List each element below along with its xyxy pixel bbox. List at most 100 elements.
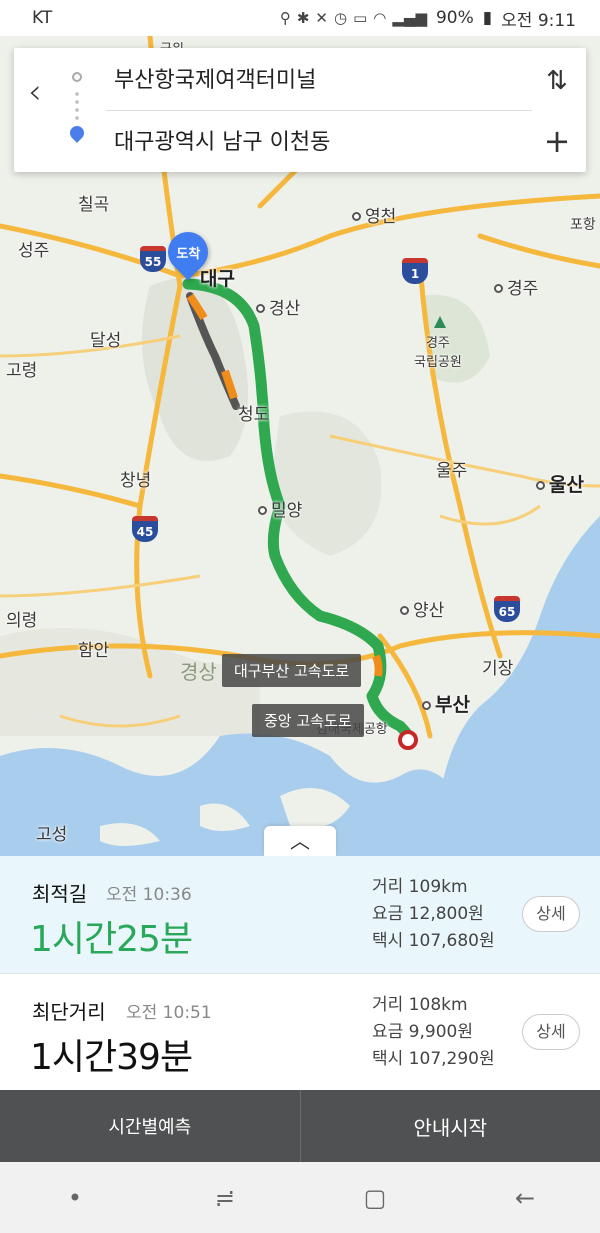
route-search-card: ‹ 부산항국제여객터미널 대구광역시 남구 이천동 ⇅ +	[14, 48, 586, 172]
city-dot-icon	[494, 284, 503, 293]
place-cheongdo: 청도	[238, 405, 270, 425]
highway-shield-55: 55	[140, 246, 166, 272]
place-yeongcheon: 영천	[352, 202, 396, 227]
route-details: 거리 109km 요금 12,800원 택시 107,680원	[372, 874, 495, 955]
action-bar: 시간별예측 안내시작	[0, 1090, 600, 1162]
destination-field[interactable]: 대구광역시 남구 이천동	[114, 124, 330, 156]
carrier-label: KT	[32, 8, 53, 28]
battery-icon: ▮	[482, 8, 493, 28]
back-button[interactable]: ‹	[28, 72, 64, 112]
place-yangsan-label: 양산	[413, 601, 445, 621]
place-gyeongsan: 경산	[256, 294, 300, 319]
place-ulsan-label: 울산	[549, 474, 584, 496]
route-toll: 요금 12,800원	[372, 904, 484, 924]
place-dalseong: 달성	[90, 331, 122, 351]
highway-shield-1: 1	[402, 258, 428, 284]
road-tag-daegu-busan[interactable]: 대구부산 고속도로	[222, 654, 362, 687]
place-busan: 부산	[422, 690, 470, 717]
route-details: 거리 108km 요금 9,900원 택시 107,290원	[372, 992, 495, 1073]
route-name: 최단거리	[32, 1000, 106, 1024]
origin-field[interactable]: 부산항국제여객터미널	[114, 62, 316, 94]
location-icon: ⚲	[279, 9, 291, 27]
place-yeongcheon-label: 영천	[365, 207, 397, 227]
recent-apps-icon[interactable]: ≓	[195, 1184, 255, 1212]
place-chilgok: 칠곡	[78, 195, 110, 215]
place-uiryeong: 의령	[6, 611, 38, 631]
mute-icon: ✕	[315, 9, 328, 27]
time-forecast-button[interactable]: 시간별예측	[0, 1090, 301, 1162]
route-detail-button[interactable]: 상세	[522, 896, 580, 932]
route-name: 최적길	[32, 882, 88, 906]
wifi-icon: ◠	[373, 9, 387, 27]
start-guide-button[interactable]: 안내시작	[300, 1090, 600, 1162]
route-toll: 요금 9,900원	[372, 1022, 473, 1042]
city-dot-icon	[536, 481, 545, 490]
city-dot-icon	[258, 506, 267, 515]
destination-pin-small-icon	[67, 123, 87, 143]
city-dot-icon	[400, 606, 409, 615]
route-detail-button[interactable]: 상세	[522, 1014, 580, 1050]
status-right: ⚲ ✱ ✕ ◷ ▭ ◠ ▂▄▆ 90% ▮ 오전 9:11	[280, 6, 576, 31]
place-ulsan: 울산	[536, 470, 584, 497]
road-tag-jungang[interactable]: 중앙 고속도로	[252, 704, 364, 737]
place-goseong: 고성	[36, 825, 68, 845]
hd-icon: ▭	[353, 9, 368, 27]
origin-dot-icon	[72, 72, 82, 82]
place-gijang: 기장	[482, 659, 514, 679]
battery-percent: 90%	[435, 8, 474, 28]
route-dots-icon	[75, 90, 79, 120]
place-haman: 함안	[78, 641, 110, 661]
place-gyeongju: 경주	[494, 274, 538, 299]
city-dot-icon	[256, 304, 265, 313]
place-gyeongju-label: 경주	[507, 279, 539, 299]
place-ulju: 울주	[436, 461, 468, 481]
field-divider	[106, 110, 532, 111]
home-icon[interactable]: ▢	[345, 1184, 405, 1212]
route-arrival-time: 오전 10:51	[126, 1003, 212, 1023]
route-distance: 거리 108km	[372, 995, 468, 1015]
expand-panel-handle[interactable]: ︿	[264, 826, 336, 856]
route-arrival-time: 오전 10:36	[106, 885, 192, 905]
back-icon[interactable]: ←	[495, 1184, 555, 1212]
add-waypoint-button[interactable]: +	[540, 125, 574, 160]
route-option-optimal[interactable]: 최적길 오전 10:36 1시간25분 거리 109km 요금 12,800원 …	[0, 856, 600, 974]
status-bar: KT ⚲ ✱ ✕ ◷ ▭ ◠ ▂▄▆ 90% ▮ 오전 9:11	[0, 0, 600, 36]
route-duration: 1시간39분	[30, 1037, 193, 1078]
city-dot-icon	[422, 701, 431, 710]
swap-button[interactable]: ⇅	[540, 66, 574, 100]
route-taxi-fare: 택시 107,290원	[372, 1049, 495, 1069]
highway-shield-45: 45	[132, 516, 158, 542]
place-seongju: 성주	[18, 241, 50, 261]
signal-icon: ▂▄▆	[392, 9, 427, 27]
chevron-up-icon: ︿	[290, 829, 310, 853]
bluetooth-icon: ✱	[296, 9, 310, 27]
place-yangsan: 양산	[400, 596, 444, 621]
place-daegu: 대구	[200, 268, 235, 290]
place-gyeongju-park: 경주 국립공원	[414, 336, 462, 370]
mountain-area	[270, 411, 382, 556]
region-gyeongsang: 경상	[180, 660, 217, 684]
route-option-shortest[interactable]: 최단거리 오전 10:51 1시간39분 거리 108km 요금 9,900원 …	[0, 974, 600, 1090]
city-dot-icon	[352, 212, 361, 221]
place-miryang: 밀양	[258, 496, 302, 521]
nav-dot-icon[interactable]: •	[45, 1184, 105, 1212]
route-duration: 1시간25분	[30, 919, 193, 960]
status-icons: ⚲ ✱ ✕ ◷ ▭ ◠ ▂▄▆	[280, 9, 427, 27]
alarm-icon: ◷	[334, 9, 348, 27]
place-pohang: 포항	[570, 217, 596, 233]
route-taxi-fare: 택시 107,680원	[372, 931, 495, 951]
system-nav-bar: • ≓ ▢ ←	[0, 1162, 600, 1233]
sea-area	[0, 733, 470, 856]
place-changnyeong: 창녕	[120, 471, 152, 491]
clock: 오전 9:11	[501, 10, 576, 31]
place-busan-label: 부산	[435, 694, 470, 716]
route-distance: 거리 109km	[372, 877, 468, 897]
route-slow-segment	[372, 654, 383, 677]
highway-shield-65: 65	[494, 596, 520, 622]
place-gyeongsan-label: 경산	[269, 299, 301, 319]
place-miryang-label: 밀양	[271, 501, 303, 521]
place-goryeong: 고령	[6, 361, 38, 381]
sea-area	[440, 516, 600, 856]
destination-pin-label: 도착	[176, 246, 200, 262]
origin-marker-icon[interactable]	[398, 730, 418, 750]
